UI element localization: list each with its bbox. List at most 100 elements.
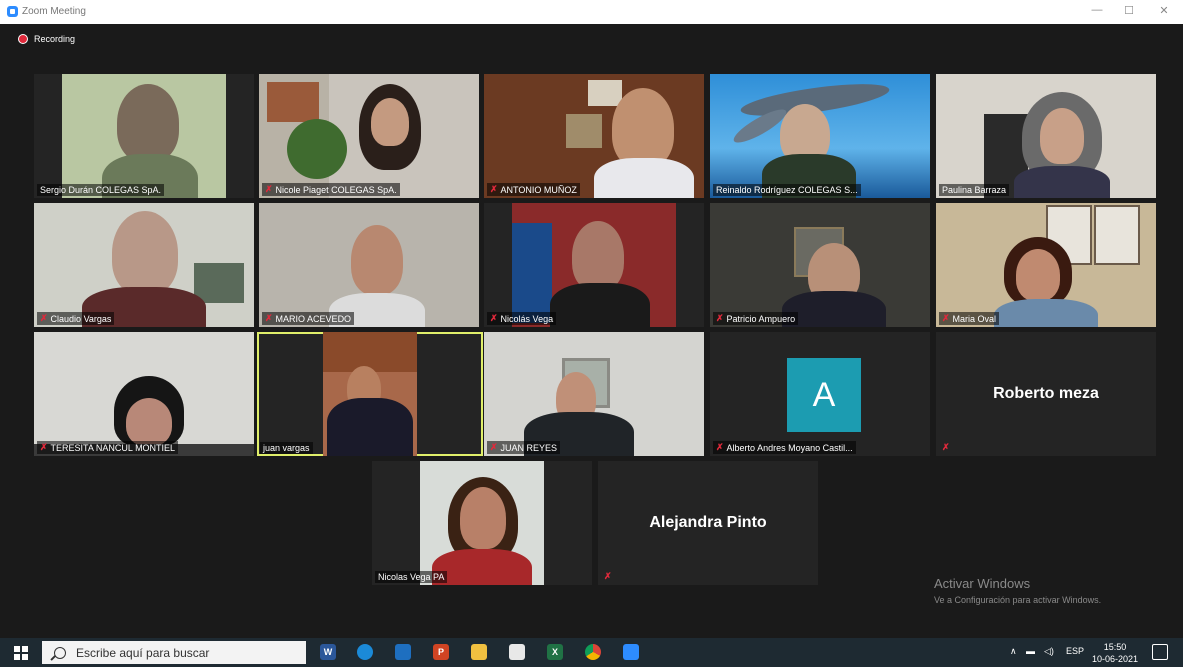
- participant-name: Maria Oval: [952, 313, 997, 324]
- taskbar-clock[interactable]: 15:50 10-06-2021: [1092, 641, 1138, 665]
- participant-face: [1016, 249, 1060, 301]
- notification-icon[interactable]: [1152, 644, 1168, 660]
- excel-icon[interactable]: X: [547, 644, 563, 660]
- video-tile-reinaldo[interactable]: Reinaldo Rodríguez COLEGAS S...: [710, 74, 930, 198]
- video-tile-sergio[interactable]: Sergio Durán COLEGAS SpA.: [34, 74, 254, 198]
- video-tile-juan-vargas[interactable]: juan vargas: [257, 332, 483, 456]
- participant-name-label: ✗ Alberto Andres Moyano Castil...: [713, 441, 856, 454]
- participant-name: TERESITA NANCUL MONTIEL: [50, 442, 176, 453]
- background-picture: [588, 80, 622, 106]
- recording-icon: [18, 34, 28, 44]
- search-placeholder: Escribe aquí para buscar: [76, 645, 210, 660]
- participant-video: [484, 332, 704, 456]
- mic-muted-icon: ✗: [942, 442, 950, 452]
- participant-face: [612, 88, 674, 168]
- language-indicator[interactable]: ESP: [1066, 646, 1084, 656]
- edge-icon[interactable]: [357, 644, 373, 660]
- powerpoint-icon[interactable]: P: [433, 644, 449, 660]
- participant-name-label: ✗ Nicolás Vega: [487, 312, 557, 325]
- participant-face: [572, 221, 624, 291]
- participant-name-label: ✗ MARIO ACEVEDO: [262, 312, 355, 325]
- windows-activation-watermark: Activar Windows Ve a Configuración para …: [934, 576, 1101, 605]
- minimize-button[interactable]: —: [1085, 4, 1109, 16]
- mic-muted-icon: ✗: [490, 313, 498, 323]
- background-object: [512, 223, 552, 323]
- participant-name: Nicolás Vega: [500, 313, 554, 324]
- participant-display-name: Alejandra Pinto: [649, 514, 767, 531]
- video-tile-patricio[interactable]: ✗ Patricio Ampuero: [710, 203, 930, 327]
- participant-name-label: Reinaldo Rodríguez COLEGAS S...: [713, 184, 861, 196]
- background-picture: [267, 82, 319, 122]
- mic-muted-icon: ✗: [40, 442, 48, 452]
- participant-name-label: ✗ Nicole Piaget COLEGAS SpA.: [262, 183, 400, 196]
- video-tile-paulina[interactable]: Paulina Barraza: [936, 74, 1156, 198]
- participant-face: [126, 398, 172, 446]
- maximize-button[interactable]: ☐: [1117, 4, 1141, 17]
- participant-video: [34, 203, 254, 327]
- participant-video: [259, 74, 479, 198]
- participant-name-label: juan vargas: [260, 442, 313, 454]
- background-picture: [566, 114, 602, 148]
- file-explorer-icon[interactable]: [471, 644, 487, 660]
- participant-face: [460, 487, 506, 549]
- participant-name-label: ✗ TERESITA NANCUL MONTIEL: [37, 441, 179, 454]
- word-icon[interactable]: W: [320, 644, 336, 660]
- video-tile-alejandra[interactable]: Alejandra Pinto ✗: [598, 461, 818, 585]
- participant-video: [484, 74, 704, 198]
- video-tile-roberto[interactable]: Roberto meza ✗: [936, 332, 1156, 456]
- video-tile-antonio[interactable]: ✗ ANTONIO MUÑOZ: [484, 74, 704, 198]
- participant-face: [112, 211, 178, 295]
- mic-muted-icon: ✗: [604, 571, 612, 581]
- video-tile-nicolas-vega[interactable]: ✗ Nicolás Vega: [484, 203, 704, 327]
- close-button[interactable]: ✕: [1152, 4, 1176, 17]
- window-title: Zoom Meeting: [22, 6, 86, 17]
- participant-name: Sergio Durán COLEGAS SpA.: [40, 185, 162, 195]
- mail-icon[interactable]: [395, 644, 411, 660]
- video-tile-nicole[interactable]: ✗ Nicole Piaget COLEGAS SpA.: [259, 74, 479, 198]
- clock-date: 10-06-2021: [1092, 654, 1139, 664]
- participant-name: ANTONIO MUÑOZ: [500, 184, 577, 195]
- participant-figure: [994, 299, 1098, 327]
- participant-name-label: Nicolas Vega PA: [375, 571, 448, 583]
- participant-name: juan vargas: [263, 443, 310, 453]
- windows-start-icon[interactable]: [14, 646, 28, 660]
- store-icon[interactable]: [509, 644, 525, 660]
- speaker-icon[interactable]: ◁): [1044, 646, 1054, 657]
- participant-name: JUAN REYES: [500, 442, 558, 453]
- video-tile-nicolas-vega-pa[interactable]: Nicolas Vega PA: [372, 461, 592, 585]
- participant-name-label: ✗ ANTONIO MUÑOZ: [487, 183, 580, 196]
- video-tile-maria[interactable]: ✗ Maria Oval: [936, 203, 1156, 327]
- zoom-app-icon: [7, 6, 18, 17]
- participant-name-label: ✗ Maria Oval: [939, 312, 1000, 325]
- participant-face: [1040, 108, 1084, 164]
- participant-name: Paulina Barraza: [942, 185, 1007, 195]
- participant-name: MARIO ACEVEDO: [275, 313, 352, 324]
- mic-muted-icon: ✗: [942, 313, 950, 323]
- participant-name-label: ✗: [601, 570, 615, 583]
- mic-muted-icon: ✗: [40, 313, 48, 323]
- participant-display-name: Roberto meza: [993, 385, 1099, 402]
- zoom-icon[interactable]: [623, 644, 639, 660]
- mic-muted-icon: ✗: [490, 184, 498, 194]
- video-tile-teresita[interactable]: ✗ TERESITA NANCUL MONTIEL: [34, 332, 254, 456]
- video-tile-claudio[interactable]: ✗ Claudio Vargas: [34, 203, 254, 327]
- participant-name: Patricio Ampuero: [726, 313, 796, 324]
- video-tile-alberto[interactable]: A ✗ Alberto Andres Moyano Castil...: [710, 332, 930, 456]
- video-tile-juan-reyes[interactable]: ✗ JUAN REYES: [484, 332, 704, 456]
- recording-indicator[interactable]: Recording: [18, 34, 75, 44]
- participant-avatar: A: [787, 358, 861, 432]
- background-plant: [287, 119, 347, 179]
- mic-muted-icon: ✗: [265, 184, 273, 194]
- video-tile-mario[interactable]: ✗ MARIO ACEVEDO: [259, 203, 479, 327]
- participant-video: [62, 74, 226, 198]
- participant-name-label: ✗ JUAN REYES: [487, 441, 561, 454]
- watermark-title: Activar Windows: [934, 576, 1031, 591]
- chevron-up-icon[interactable]: ∧: [1010, 646, 1017, 657]
- participant-video: [259, 203, 479, 327]
- battery-icon[interactable]: ▬: [1026, 646, 1035, 656]
- chrome-icon[interactable]: [585, 644, 601, 660]
- taskbar-search-box[interactable]: Escribe aquí para buscar: [42, 641, 306, 664]
- recording-label: Recording: [34, 34, 76, 44]
- background-door: [323, 332, 417, 372]
- participant-figure: [1014, 166, 1110, 198]
